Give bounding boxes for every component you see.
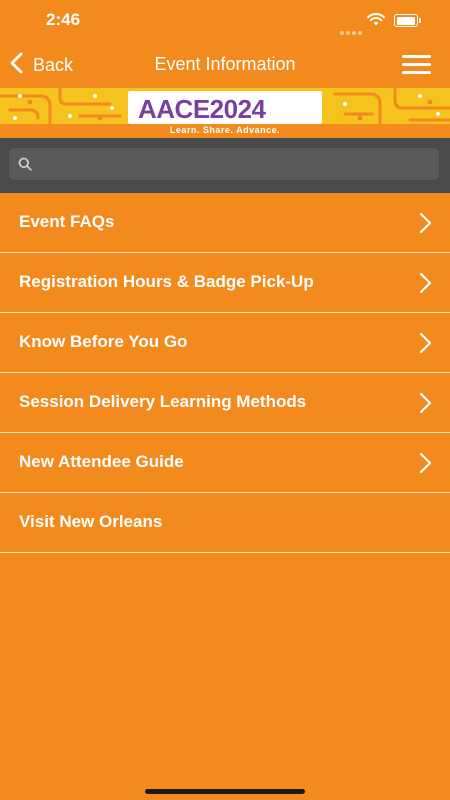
list-item-label: Visit New Orleans <box>19 512 163 531</box>
event-banner: AACE2024 Learn. Share. Advance. <box>0 88 450 137</box>
event-info-list: Event FAQs Registration Hours & Badge Pi… <box>0 193 450 553</box>
signal-icon <box>340 22 364 40</box>
page-title: Event Information <box>154 54 296 74</box>
search-field[interactable] <box>9 148 439 182</box>
nav-bar: Back Event Information <box>0 40 450 88</box>
chevron-right-icon <box>418 452 432 479</box>
list-item-session-delivery[interactable]: Session Delivery Learning Methods <box>0 373 450 433</box>
status-time: 2:46 <box>46 10 81 29</box>
battery-icon <box>394 14 421 27</box>
list-item-label: Event FAQs <box>19 212 115 231</box>
search-bar <box>0 138 450 193</box>
chevron-right-icon <box>418 212 432 239</box>
aace-logo: AACE2024 <box>138 94 266 124</box>
search-input[interactable] <box>43 148 437 182</box>
home-indicator <box>145 789 305 794</box>
chevron-right-icon <box>418 272 432 299</box>
list-item-registration-hours[interactable]: Registration Hours & Badge Pick-Up <box>0 253 450 313</box>
list-item-label: Know Before You Go <box>19 332 188 351</box>
chevron-right-icon <box>418 392 432 419</box>
status-bar: 2:46 <box>0 0 450 40</box>
list-item-know-before-you-go[interactable]: Know Before You Go <box>0 313 450 373</box>
list-item-label: New Attendee Guide <box>19 452 184 471</box>
wifi-icon <box>367 13 385 31</box>
banner-tagline: Learn. Share. Advance. <box>169 125 281 135</box>
hamburger-menu-icon[interactable] <box>402 55 431 75</box>
chevron-right-icon <box>418 332 432 359</box>
list-item-visit-new-orleans[interactable]: Visit New Orleans <box>0 493 450 553</box>
list-item-event-faqs[interactable]: Event FAQs <box>0 193 450 253</box>
list-item-label: Session Delivery Learning Methods <box>19 392 307 411</box>
list-item-label: Registration Hours & Badge Pick-Up <box>19 272 314 291</box>
search-icon <box>18 157 32 176</box>
list-item-new-attendee-guide[interactable]: New Attendee Guide <box>0 433 450 493</box>
